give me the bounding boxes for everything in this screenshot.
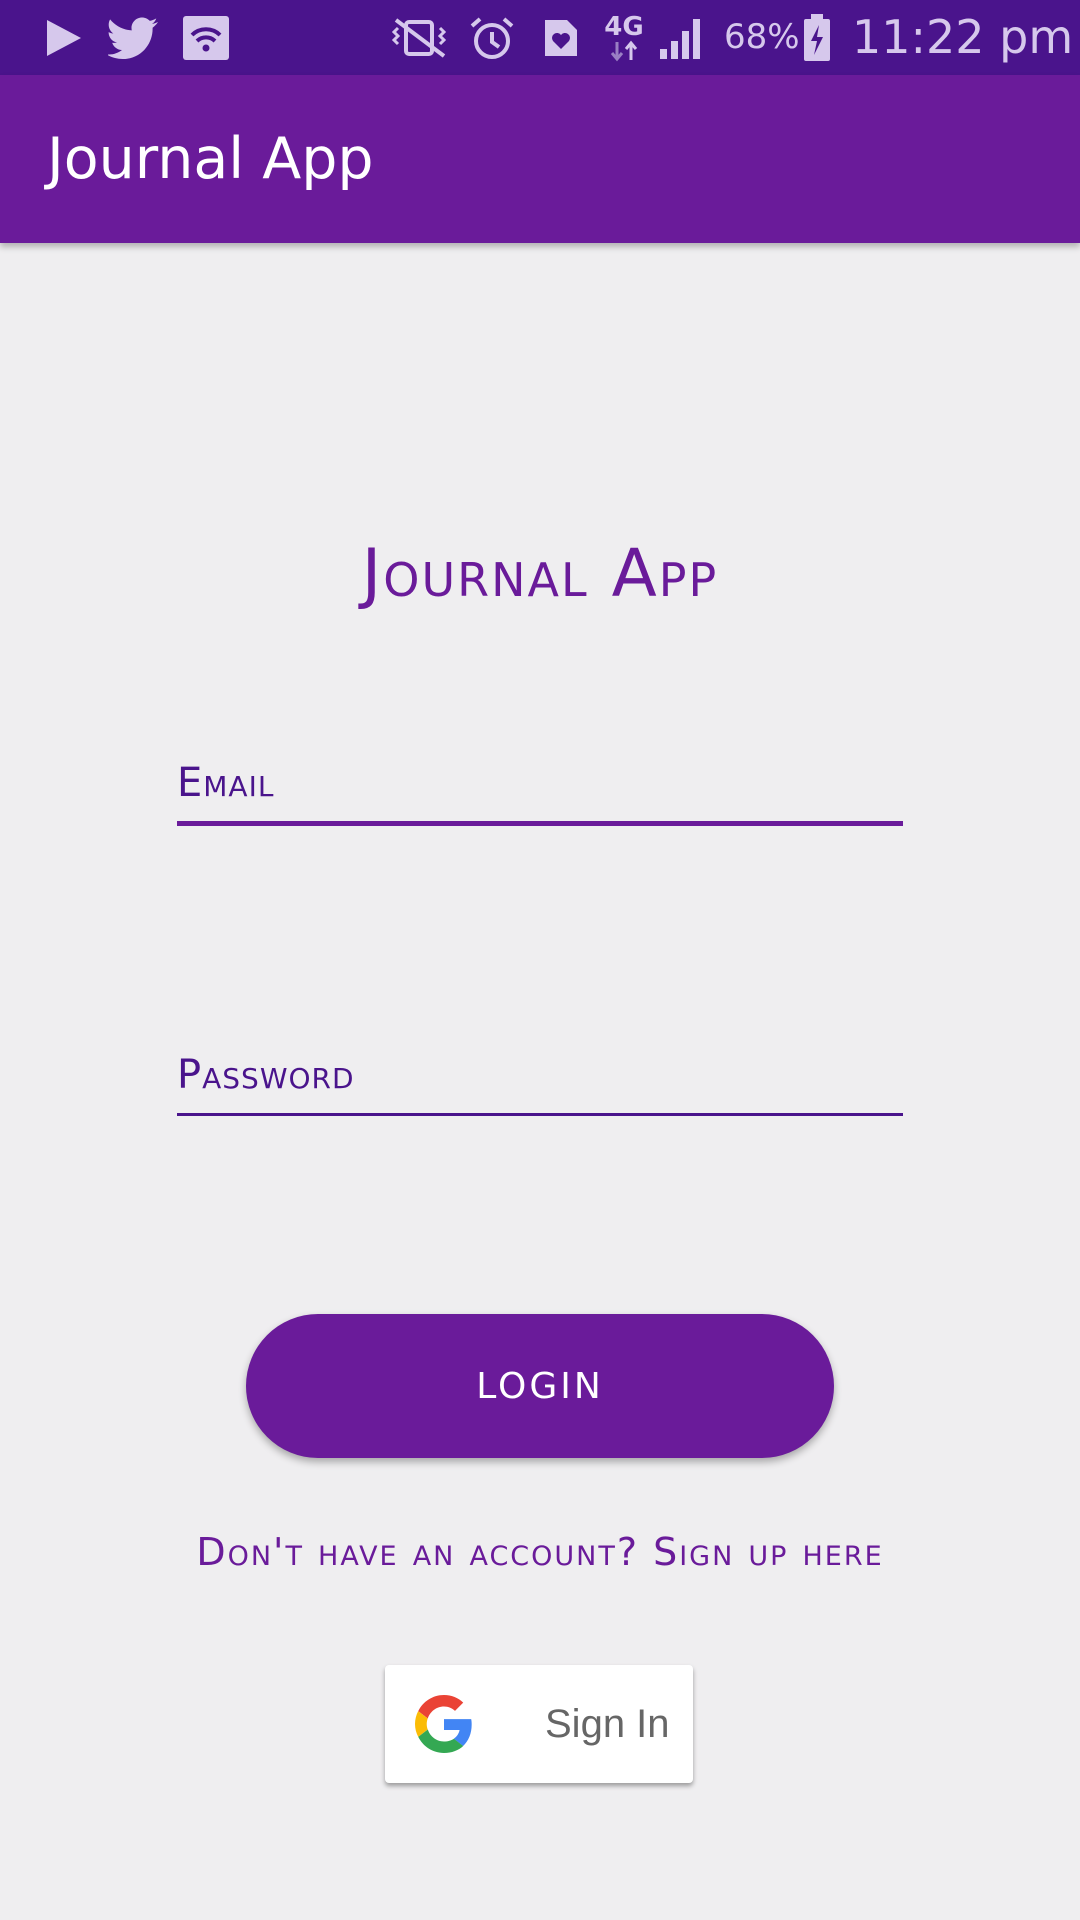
network-4g-icon: 4G — [600, 0, 648, 75]
app-bar: Journal App — [0, 75, 1080, 243]
battery-charging-icon — [800, 0, 834, 75]
google-icon — [415, 1695, 473, 1753]
status-bar: 4G 68% 11:22 pm — [0, 0, 1080, 75]
vibrate-off-icon — [384, 0, 454, 75]
play-icon — [38, 0, 88, 75]
email-field[interactable]: Email — [177, 760, 903, 830]
wifi-icon — [180, 0, 232, 75]
password-underline — [177, 1113, 903, 1116]
twitter-icon — [106, 0, 162, 75]
signup-link[interactable]: Don't have an account? Sign up here — [0, 1530, 1080, 1574]
email-underline — [177, 821, 903, 826]
clock: 11:22 pm — [852, 10, 1074, 64]
signal-icon — [656, 0, 710, 75]
health-icon — [538, 0, 584, 75]
battery-percent: 68% — [724, 17, 800, 57]
google-sign-in-button[interactable]: Sign In — [385, 1665, 693, 1783]
app-bar-title: Journal App — [47, 126, 374, 192]
password-placeholder: Password — [177, 1052, 355, 1098]
password-field[interactable]: Password — [177, 1052, 903, 1118]
page-title: Journal App — [361, 535, 719, 612]
alarm-icon — [466, 0, 518, 75]
login-button[interactable]: LOGIN — [246, 1314, 834, 1458]
google-sign-in-label: Sign In — [545, 1702, 670, 1746]
email-placeholder: Email — [177, 760, 275, 806]
